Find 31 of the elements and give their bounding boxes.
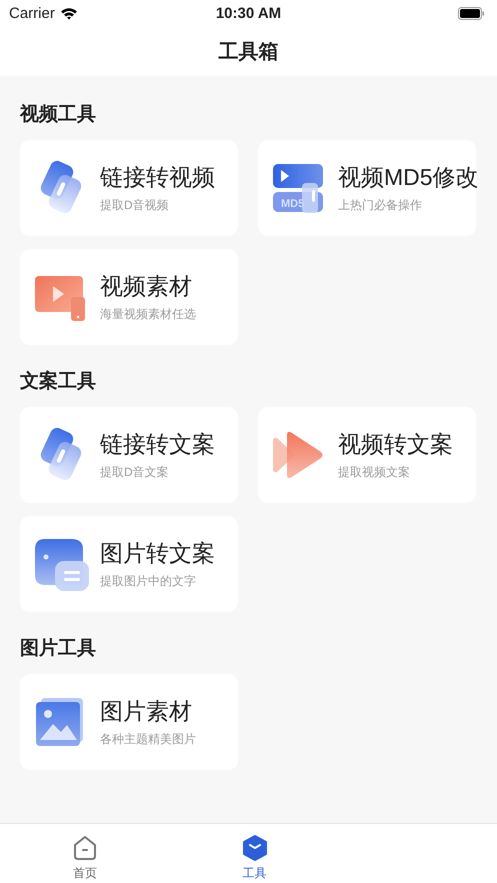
- tool-title: 图片素材: [100, 697, 193, 726]
- toolbox-icon: [240, 834, 268, 862]
- page-title: 工具箱: [218, 40, 278, 64]
- tool-title: 视频MD5修改: [338, 163, 479, 192]
- tool-card[interactable]: 图片素材 各种主题精美图片: [20, 674, 238, 770]
- clock-time: 10:30 AM: [216, 4, 282, 22]
- tab-item[interactable]: 首页: [0, 824, 170, 883]
- tool-subtitle: 各种主题精美图片: [100, 731, 196, 748]
- tool-title: 链接转文案: [100, 430, 215, 459]
- section-title: 图片工具: [20, 637, 96, 661]
- tab-item[interactable]: 工具: [170, 824, 340, 883]
- tool-title: 视频素材: [100, 272, 193, 301]
- tool-card[interactable]: 链接转文案 提取D音文案: [20, 407, 238, 503]
- battery-icon: [458, 6, 485, 20]
- tool-card[interactable]: 图片转文案 提取图片中的文字: [20, 516, 238, 612]
- wifi-icon: [60, 6, 78, 20]
- tool-card[interactable]: 视频转文案 提取视频文案: [258, 407, 476, 503]
- tool-card[interactable]: 视频素材 海量视频素材任选: [20, 249, 238, 345]
- carrier-label: Carrier: [9, 4, 55, 22]
- tool-subtitle: 海量视频素材任选: [100, 306, 196, 323]
- section-title: 文案工具: [20, 369, 96, 394]
- tool-title: 图片转文案: [100, 539, 215, 568]
- tool-subtitle: 上热门必备操作: [338, 197, 423, 214]
- tool-title: 链接转视频: [100, 163, 215, 192]
- tool-subtitle: 提取D音文案: [100, 464, 170, 481]
- tool-title: 视频转文案: [338, 430, 453, 459]
- tool-subtitle: 提取视频文案: [338, 464, 411, 481]
- tool-card[interactable]: 链接转视频 提取D音视频: [20, 140, 238, 236]
- section-title: 视频工具: [20, 102, 96, 127]
- tool-subtitle: 提取图片中的文字: [100, 573, 197, 590]
- tool-subtitle: 提取D音视频: [100, 197, 170, 214]
